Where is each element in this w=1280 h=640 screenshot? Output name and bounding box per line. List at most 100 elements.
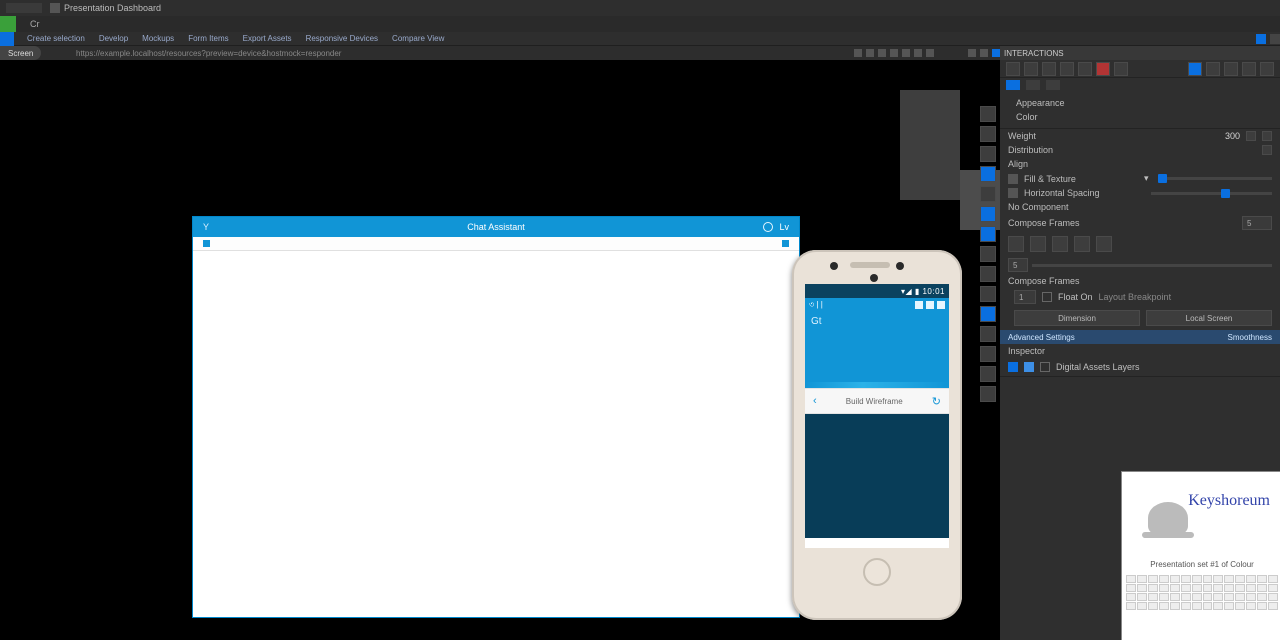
tool-icon[interactable] [980, 326, 996, 342]
viewport-badge[interactable]: Screen [0, 46, 41, 60]
stepper-icon[interactable] [1262, 131, 1272, 141]
addr-play-icon[interactable] [992, 49, 1000, 57]
toolbar-dot-icon[interactable] [782, 240, 789, 247]
tool-icon[interactable] [980, 186, 996, 202]
phone-body[interactable] [805, 414, 949, 538]
addr-tool-icon[interactable] [914, 49, 922, 57]
tool-icon[interactable] [980, 226, 996, 242]
home-button[interactable] [863, 558, 891, 586]
dimension-button[interactable]: Dimension [1014, 310, 1140, 326]
tool-icon[interactable] [980, 126, 996, 142]
menu-item[interactable]: Develop [92, 34, 135, 43]
toolbar-icon[interactable] [1042, 62, 1056, 76]
tool-icon[interactable] [980, 146, 996, 162]
compose-select[interactable]: 5 [1242, 216, 1272, 230]
addr-tool-icon[interactable] [926, 49, 934, 57]
value-weight[interactable]: 300 [1225, 131, 1240, 141]
addr-tool-icon[interactable] [890, 49, 898, 57]
tab-file[interactable]: Cr [22, 19, 48, 29]
toolbar-icon[interactable] [1206, 62, 1220, 76]
hspacing-slider[interactable] [1151, 192, 1272, 195]
toolbar-icon[interactable] [1260, 62, 1274, 76]
link-icon[interactable] [1008, 188, 1018, 198]
file-icon[interactable] [0, 16, 16, 32]
mode-icon[interactable] [1006, 80, 1020, 90]
chevron-down-icon[interactable]: ▾ [1144, 173, 1152, 184]
advanced-settings[interactable]: Advanced Settings Smoothness [1000, 330, 1280, 344]
menu-item[interactable]: Responsive Devices [299, 34, 385, 43]
addr-tool-icon[interactable] [980, 49, 988, 57]
float-select[interactable]: 1 [1014, 290, 1036, 304]
viewport[interactable]: Y Chat Assistant Lv [0, 60, 1000, 640]
toolbar-icon[interactable] [1006, 62, 1020, 76]
tool-icon[interactable] [980, 166, 996, 182]
phone-mock[interactable]: ▾◢ ▮ 10:01 ৩ | | Gt ‹ Build Wirefr [792, 250, 962, 620]
browser-right[interactable]: Lv [779, 222, 789, 232]
tool-icon[interactable] [980, 366, 996, 382]
tool-icon[interactable] [980, 106, 996, 122]
menu-item[interactable]: Export Assets [236, 34, 299, 43]
appbar-icon[interactable] [926, 301, 934, 309]
addr-tool-icon[interactable] [878, 49, 886, 57]
tool-icon[interactable] [980, 206, 996, 222]
layer-lock-icon[interactable] [1024, 362, 1034, 372]
toolbar-icon[interactable] [1114, 62, 1128, 76]
addr-tool-icon[interactable] [854, 49, 862, 57]
toolbar-dot-icon[interactable] [203, 240, 210, 247]
menu-item[interactable]: Form Items [181, 34, 235, 43]
inspector-tab[interactable]: Inspector [1008, 346, 1272, 356]
layer-visibility-icon[interactable] [1008, 362, 1018, 372]
browser-mock[interactable]: Y Chat Assistant Lv [192, 216, 800, 618]
url-text[interactable]: https://example.localhost/resources?prev… [76, 49, 341, 58]
menu-item[interactable]: Mockups [135, 34, 181, 43]
toolbar-icon[interactable] [1224, 62, 1238, 76]
menubar-right-icon[interactable] [1256, 34, 1266, 44]
pref-select[interactable]: 5 [1008, 258, 1028, 272]
addr-tool-icon[interactable] [902, 49, 910, 57]
dist-icon[interactable] [1262, 145, 1272, 155]
mode-icon[interactable] [1046, 80, 1060, 90]
layer-group-label[interactable]: Digital Assets Layers [1056, 362, 1140, 372]
share-icon[interactable]: ↻ [932, 395, 941, 408]
menu-item[interactable]: Create selection [20, 34, 92, 43]
menu-item[interactable]: Compare View [385, 34, 451, 43]
align-icon[interactable] [1030, 236, 1046, 252]
menubar-right-icon[interactable] [1270, 34, 1280, 44]
tool-icon[interactable] [980, 386, 996, 402]
toolbar-stop-icon[interactable] [1096, 62, 1110, 76]
toolbar-icon[interactable] [1060, 62, 1074, 76]
tool-icon[interactable] [980, 246, 996, 262]
align-icon[interactable] [1052, 236, 1068, 252]
clock-icon[interactable] [763, 222, 773, 232]
align-icon[interactable] [1074, 236, 1090, 252]
toolbar-play-icon[interactable] [1188, 62, 1202, 76]
mode-icon[interactable] [1026, 80, 1040, 90]
local-screen-button[interactable]: Local Screen [1146, 310, 1272, 326]
appbar-icon[interactable] [937, 301, 945, 309]
chevron-left-icon[interactable]: ‹ [813, 395, 817, 407]
eye-icon[interactable] [1040, 362, 1050, 372]
pref-slider[interactable] [1032, 264, 1272, 267]
addr-tool-icon[interactable] [866, 49, 874, 57]
eyedropper-icon[interactable] [1008, 174, 1018, 184]
fill-slider[interactable] [1158, 177, 1272, 180]
os-window-controls[interactable] [6, 3, 42, 13]
tool-icon[interactable] [980, 286, 996, 302]
slider-knob[interactable] [1158, 174, 1167, 183]
align-icon[interactable] [1096, 236, 1112, 252]
toolbar-icon[interactable] [1242, 62, 1256, 76]
stepper-icon[interactable] [1246, 131, 1256, 141]
hamburger-icon[interactable] [0, 32, 14, 46]
tool-icon[interactable] [980, 306, 996, 322]
browser-page[interactable] [193, 251, 799, 617]
toolbar-icon[interactable] [1078, 62, 1092, 76]
preview-card[interactable]: Keyshoreum Presentation set #1 of Colour [1122, 472, 1280, 640]
toolbar-icon[interactable] [1024, 62, 1038, 76]
panels-tab[interactable]: INTERACTIONS [1000, 46, 1280, 60]
phone-screen[interactable]: ▾◢ ▮ 10:01 ৩ | | Gt ‹ Build Wirefr [805, 284, 949, 548]
tool-icon[interactable] [980, 266, 996, 282]
appbar-left[interactable]: ৩ | | [809, 299, 823, 312]
appbar-icon[interactable] [915, 301, 923, 309]
addr-tool-icon[interactable] [968, 49, 976, 57]
tool-icon[interactable] [980, 346, 996, 362]
